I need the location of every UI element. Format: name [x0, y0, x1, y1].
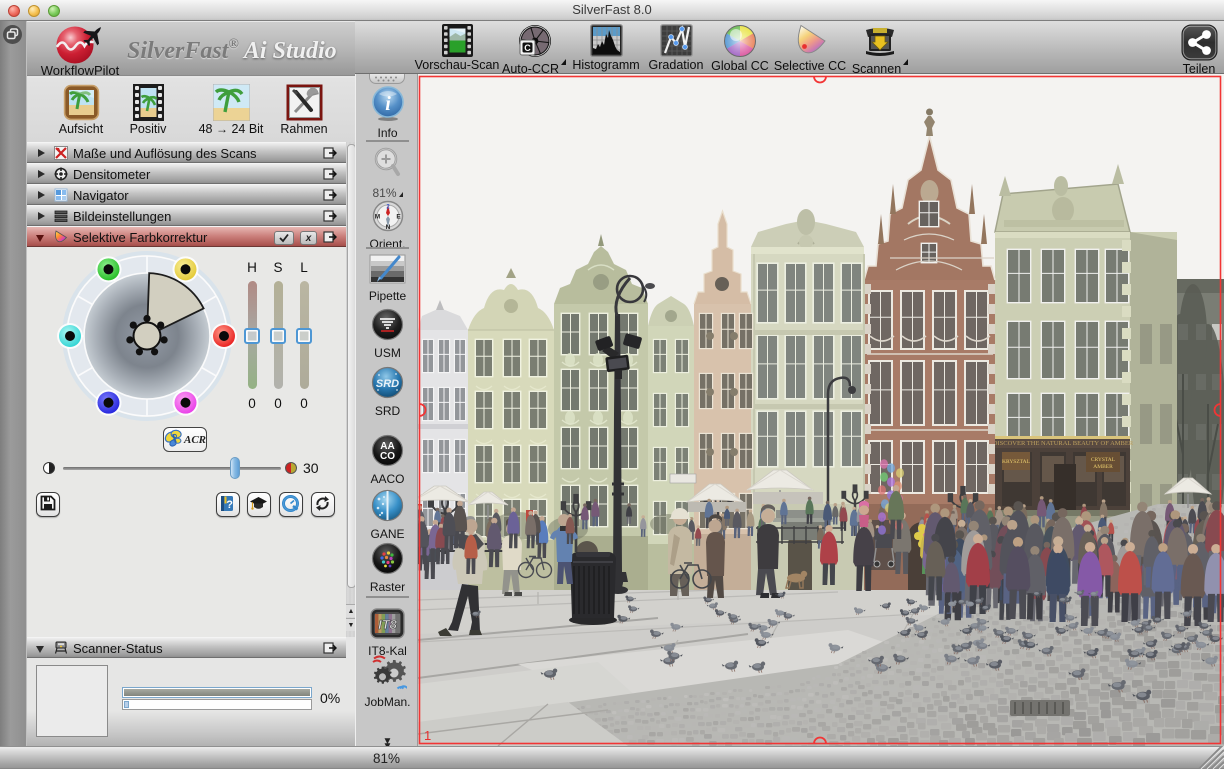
svg-text:M: M	[374, 214, 379, 221]
svg-text:1: 1	[424, 728, 431, 743]
svg-text:?: ?	[226, 499, 233, 511]
svg-text:i: i	[385, 93, 391, 115]
svg-text:C: C	[524, 43, 531, 53]
svg-text:CO: CO	[380, 451, 395, 462]
svg-text:SRD: SRD	[376, 378, 399, 390]
svg-text:ACR: ACR	[183, 434, 206, 446]
svg-text:IT8: IT8	[378, 617, 398, 632]
svg-text:N: N	[385, 224, 390, 231]
svg-text:E: E	[396, 214, 401, 221]
